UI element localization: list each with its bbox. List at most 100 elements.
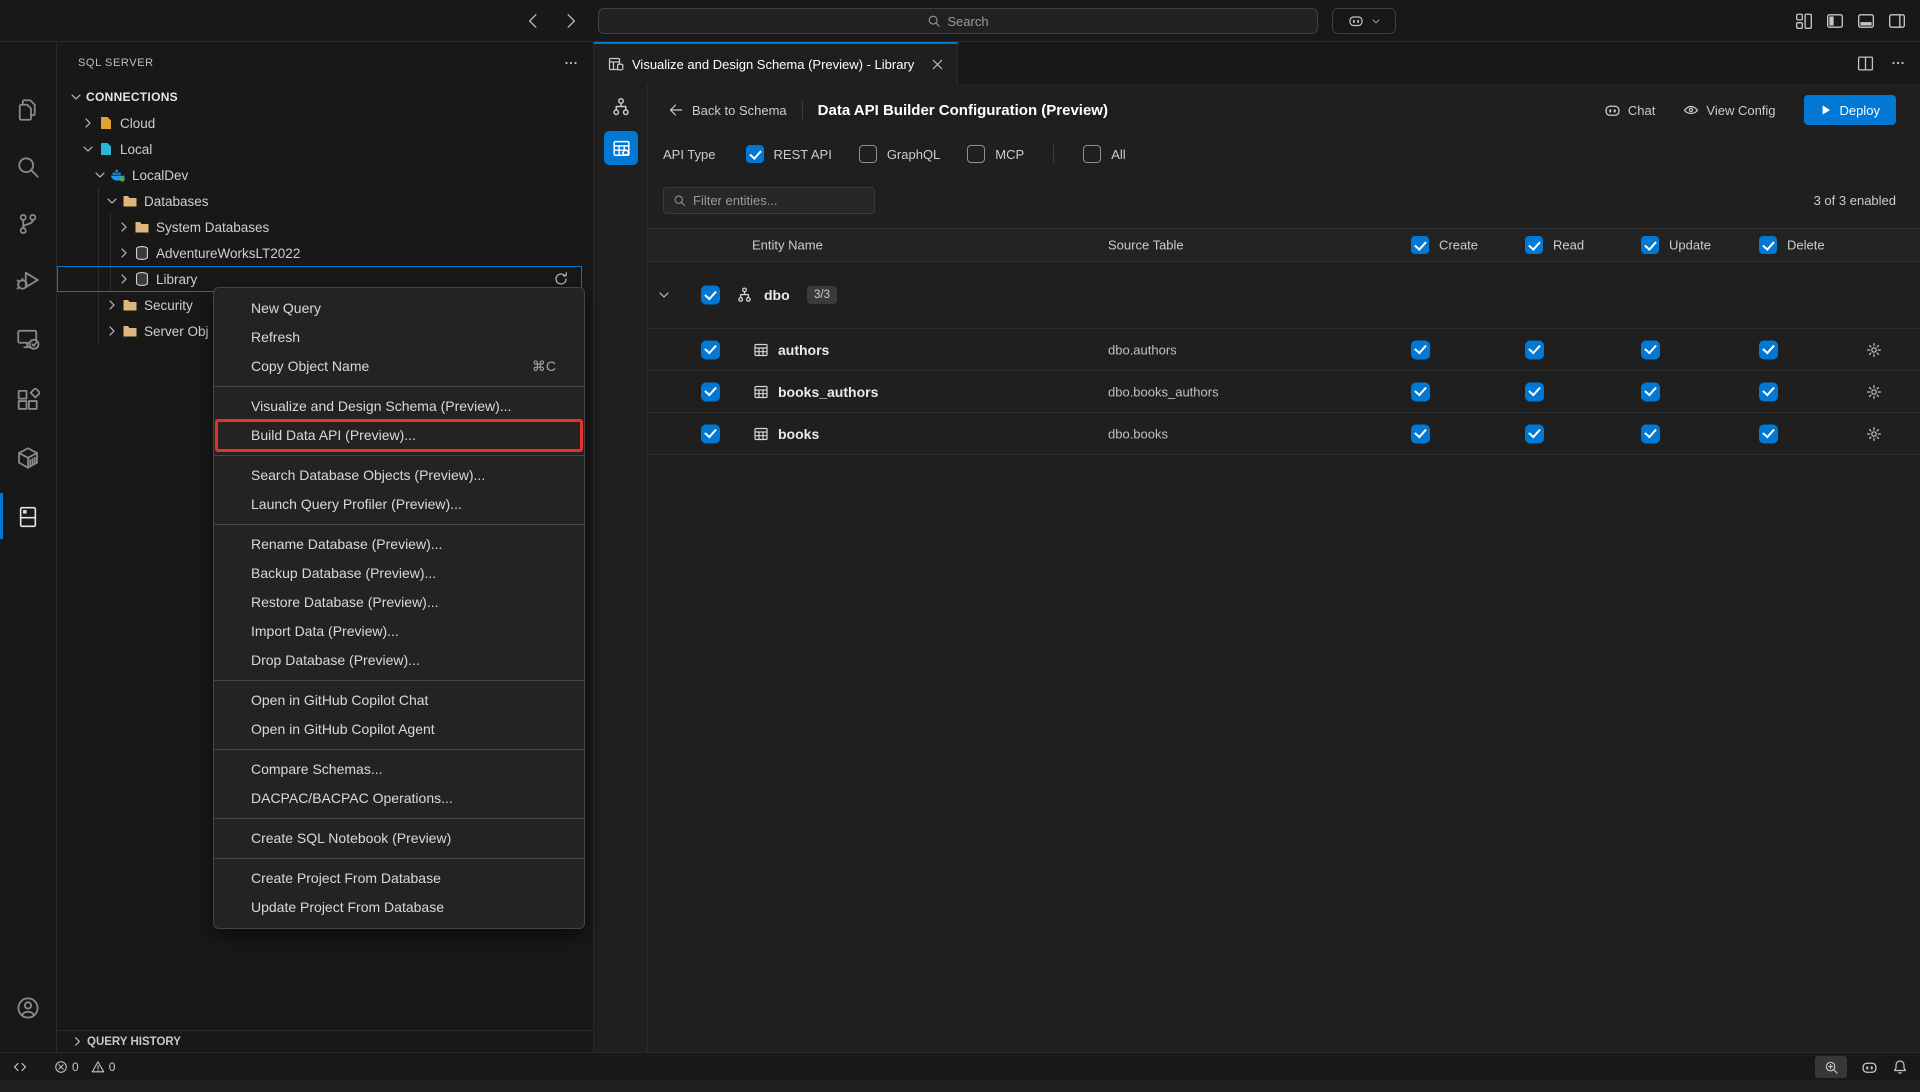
- more-actions-icon[interactable]: [1890, 55, 1906, 71]
- zoom-in-icon[interactable]: [1815, 1056, 1847, 1078]
- account-icon[interactable]: [0, 980, 56, 1036]
- forward-arrow-icon[interactable]: [562, 12, 580, 30]
- search-icon[interactable]: [0, 139, 56, 195]
- table-row-authors[interactable]: authors dbo.authors: [648, 329, 1920, 371]
- database-projects-icon[interactable]: [0, 430, 56, 486]
- update-checkbox[interactable]: [1641, 340, 1660, 359]
- source-control-icon[interactable]: [0, 196, 56, 252]
- schema-visualizer-icon[interactable]: [0, 489, 56, 545]
- remote-explorer-icon[interactable]: [0, 311, 56, 367]
- menu-item-copilot-chat[interactable]: Open in GitHub Copilot Chat: [214, 686, 584, 715]
- menu-item-build-data-api[interactable]: Build Data API (Preview)...: [214, 421, 584, 450]
- create-all-checkbox[interactable]: [1411, 236, 1429, 254]
- all-checkbox[interactable]: All: [1083, 145, 1125, 163]
- read-all-checkbox[interactable]: [1525, 236, 1543, 254]
- checkbox-unchecked[interactable]: [859, 145, 877, 163]
- tree-item-databases[interactable]: Databases: [57, 188, 593, 214]
- search-input[interactable]: Search: [598, 8, 1318, 34]
- copilot-status-icon[interactable]: [1861, 1059, 1878, 1076]
- database-context-menu: New Query Refresh Copy Object Name⌘C Vis…: [213, 287, 585, 929]
- tree-item-system-databases[interactable]: System Databases: [57, 214, 593, 240]
- toggle-primary-sidebar-icon[interactable]: [1826, 12, 1844, 30]
- tree-item-local[interactable]: Local: [57, 136, 593, 162]
- checkbox-checked[interactable]: [746, 145, 764, 163]
- create-checkbox[interactable]: [1411, 424, 1430, 443]
- rest-api-checkbox[interactable]: REST API: [746, 145, 832, 163]
- menu-item-backup-database[interactable]: Backup Database (Preview)...: [214, 559, 584, 588]
- graphql-checkbox[interactable]: GraphQL: [859, 145, 940, 163]
- chevron-down-icon[interactable]: [656, 287, 672, 303]
- group-checkbox[interactable]: [701, 286, 720, 305]
- menu-item-copilot-agent[interactable]: Open in GitHub Copilot Agent: [214, 715, 584, 744]
- menu-item-create-sql-notebook[interactable]: Create SQL Notebook (Preview): [214, 824, 584, 853]
- bell-icon[interactable]: [1892, 1059, 1908, 1075]
- delete-checkbox[interactable]: [1759, 382, 1778, 401]
- menu-item-update-project[interactable]: Update Project From Database: [214, 893, 584, 922]
- tree-item-adventureworks[interactable]: AdventureWorksLT2022: [57, 240, 593, 266]
- back-arrow-icon[interactable]: [524, 12, 542, 30]
- menu-item-import-data[interactable]: Import Data (Preview)...: [214, 617, 584, 646]
- update-all-checkbox[interactable]: [1641, 236, 1659, 254]
- delete-checkbox[interactable]: [1759, 424, 1778, 443]
- tree-item-cloud[interactable]: Cloud: [57, 110, 593, 136]
- row-checkbox[interactable]: [701, 340, 720, 359]
- row-settings-gear-icon[interactable]: [1866, 426, 1882, 442]
- update-checkbox[interactable]: [1641, 424, 1660, 443]
- problems-indicator[interactable]: 0 0: [54, 1060, 115, 1074]
- deploy-button[interactable]: Deploy: [1804, 95, 1896, 125]
- schema-diagram-tool[interactable]: [604, 90, 638, 124]
- tab-visualize-design-schema[interactable]: Visualize and Design Schema (Preview) - …: [594, 42, 958, 84]
- more-actions-icon[interactable]: [563, 55, 579, 71]
- split-editor-icon[interactable]: [1857, 55, 1874, 72]
- query-history-section[interactable]: QUERY HISTORY: [57, 1030, 593, 1052]
- menu-item-compare-schemas[interactable]: Compare Schemas...: [214, 755, 584, 784]
- back-to-schema-button[interactable]: Back to Schema: [668, 102, 787, 118]
- filter-entities-input[interactable]: Filter entities...: [663, 187, 875, 214]
- menu-item-copy-object-name[interactable]: Copy Object Name⌘C: [214, 352, 584, 381]
- refresh-icon[interactable]: [553, 271, 569, 287]
- schema-group-row[interactable]: dbo 3/3: [648, 272, 1920, 318]
- files-icon[interactable]: [0, 82, 56, 138]
- tree-item-localdev[interactable]: LocalDev: [57, 162, 593, 188]
- checkbox-unchecked[interactable]: [1083, 145, 1101, 163]
- toggle-panel-icon[interactable]: [1857, 12, 1875, 30]
- menu-item-drop-database[interactable]: Drop Database (Preview)...: [214, 646, 584, 675]
- read-checkbox[interactable]: [1525, 424, 1544, 443]
- update-checkbox[interactable]: [1641, 382, 1660, 401]
- delete-checkbox[interactable]: [1759, 340, 1778, 359]
- copilot-menu-button[interactable]: [1332, 8, 1396, 34]
- toggle-secondary-sidebar-icon[interactable]: [1888, 12, 1906, 30]
- menu-item-refresh[interactable]: Refresh: [214, 323, 584, 352]
- table-row-books[interactable]: books dbo.books: [648, 413, 1920, 455]
- tree-item-connections[interactable]: CONNECTIONS: [57, 84, 593, 110]
- menu-item-search-database-objects[interactable]: Search Database Objects (Preview)...: [214, 461, 584, 490]
- remote-indicator-icon[interactable]: [12, 1059, 28, 1075]
- menu-item-launch-query-profiler[interactable]: Launch Query Profiler (Preview)...: [214, 490, 584, 519]
- row-checkbox[interactable]: [701, 382, 720, 401]
- run-debug-icon[interactable]: [0, 252, 56, 308]
- create-checkbox[interactable]: [1411, 382, 1430, 401]
- menu-item-new-query[interactable]: New Query: [214, 294, 584, 323]
- extensions-icon[interactable]: [0, 372, 56, 428]
- menu-item-rename-database[interactable]: Rename Database (Preview)...: [214, 530, 584, 559]
- chat-button[interactable]: Chat: [1604, 102, 1655, 119]
- row-settings-gear-icon[interactable]: [1866, 342, 1882, 358]
- create-checkbox[interactable]: [1411, 340, 1430, 359]
- table-row-books-authors[interactable]: books_authors dbo.books_authors: [648, 371, 1920, 413]
- read-checkbox[interactable]: [1525, 382, 1544, 401]
- menu-item-dacpac-operations[interactable]: DACPAC/BACPAC Operations...: [214, 784, 584, 813]
- row-settings-gear-icon[interactable]: [1866, 384, 1882, 400]
- close-icon[interactable]: [930, 57, 945, 72]
- menu-item-create-project[interactable]: Create Project From Database: [214, 864, 584, 893]
- row-checkbox[interactable]: [701, 424, 720, 443]
- view-config-button[interactable]: View Config: [1683, 102, 1775, 118]
- menu-item-visualize-schema[interactable]: Visualize and Design Schema (Preview)...: [214, 392, 584, 421]
- mcp-checkbox[interactable]: MCP: [967, 145, 1024, 163]
- menu-item-restore-database[interactable]: Restore Database (Preview)...: [214, 588, 584, 617]
- delete-all-checkbox[interactable]: [1759, 236, 1777, 254]
- column-source-table: Source Table: [1108, 238, 1184, 253]
- data-api-builder-tool[interactable]: [604, 131, 638, 165]
- checkbox-unchecked[interactable]: [967, 145, 985, 163]
- read-checkbox[interactable]: [1525, 340, 1544, 359]
- customize-layout-icon[interactable]: [1795, 12, 1813, 30]
